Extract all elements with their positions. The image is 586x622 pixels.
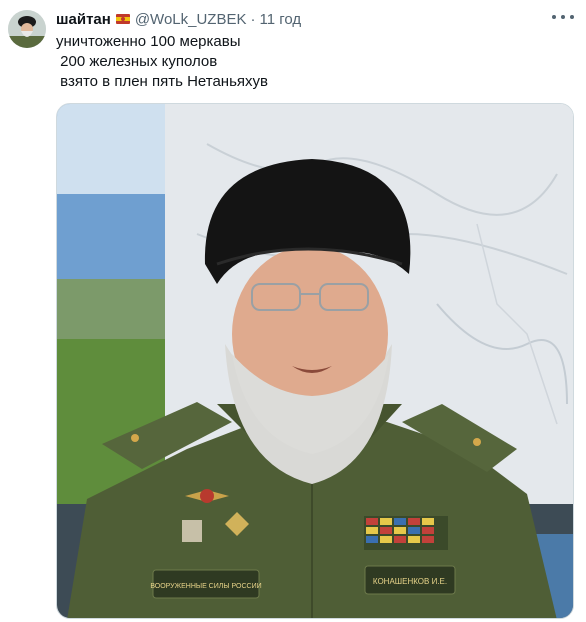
tweet-media-image[interactable]: ВООРУЖЕННЫЕ СИЛЫ РОССИИ КОНАШЕНКОВ И.Е. [56,103,574,619]
uniform-patch-left-text: ВООРУЖЕННЫЕ СИЛЫ РОССИИ [150,583,261,590]
tweet-header: шайтан @WoLk_UZBEK · 11 год [56,9,546,29]
uniform-patch-right-text: КОНАШЕНКОВ И.Е. [373,577,447,586]
avatar-image [8,10,46,48]
media-illustration: ВООРУЖЕННЫЕ СИЛЫ РОССИИ КОНАШЕНКОВ И.Е. [57,104,573,618]
tweet-text: уничтоженно 100 меркавы 200 железных куп… [56,32,536,92]
display-name[interactable]: шайтан [56,11,111,28]
separator-dot: · [250,10,256,28]
more-options-icon[interactable] [552,10,574,24]
user-handle[interactable]: @WoLk_UZBEK [135,11,247,28]
flag-emoji-icon [115,11,131,27]
avatar[interactable] [8,10,46,48]
more-dot [570,15,574,19]
more-dot [552,15,556,19]
tweet-card[interactable]: шайтан @WoLk_UZBEK · 11 год уничтоженно … [0,0,586,622]
tweet-text-line: уничтоженно 100 меркавы [56,33,241,50]
tweet-text-line: взято в плен пять Нетаньяхув [56,73,268,90]
more-dot [561,15,565,19]
tweet-text-line: 200 железных куполов [56,53,218,70]
tweet-timestamp[interactable]: 11 год [259,11,301,28]
